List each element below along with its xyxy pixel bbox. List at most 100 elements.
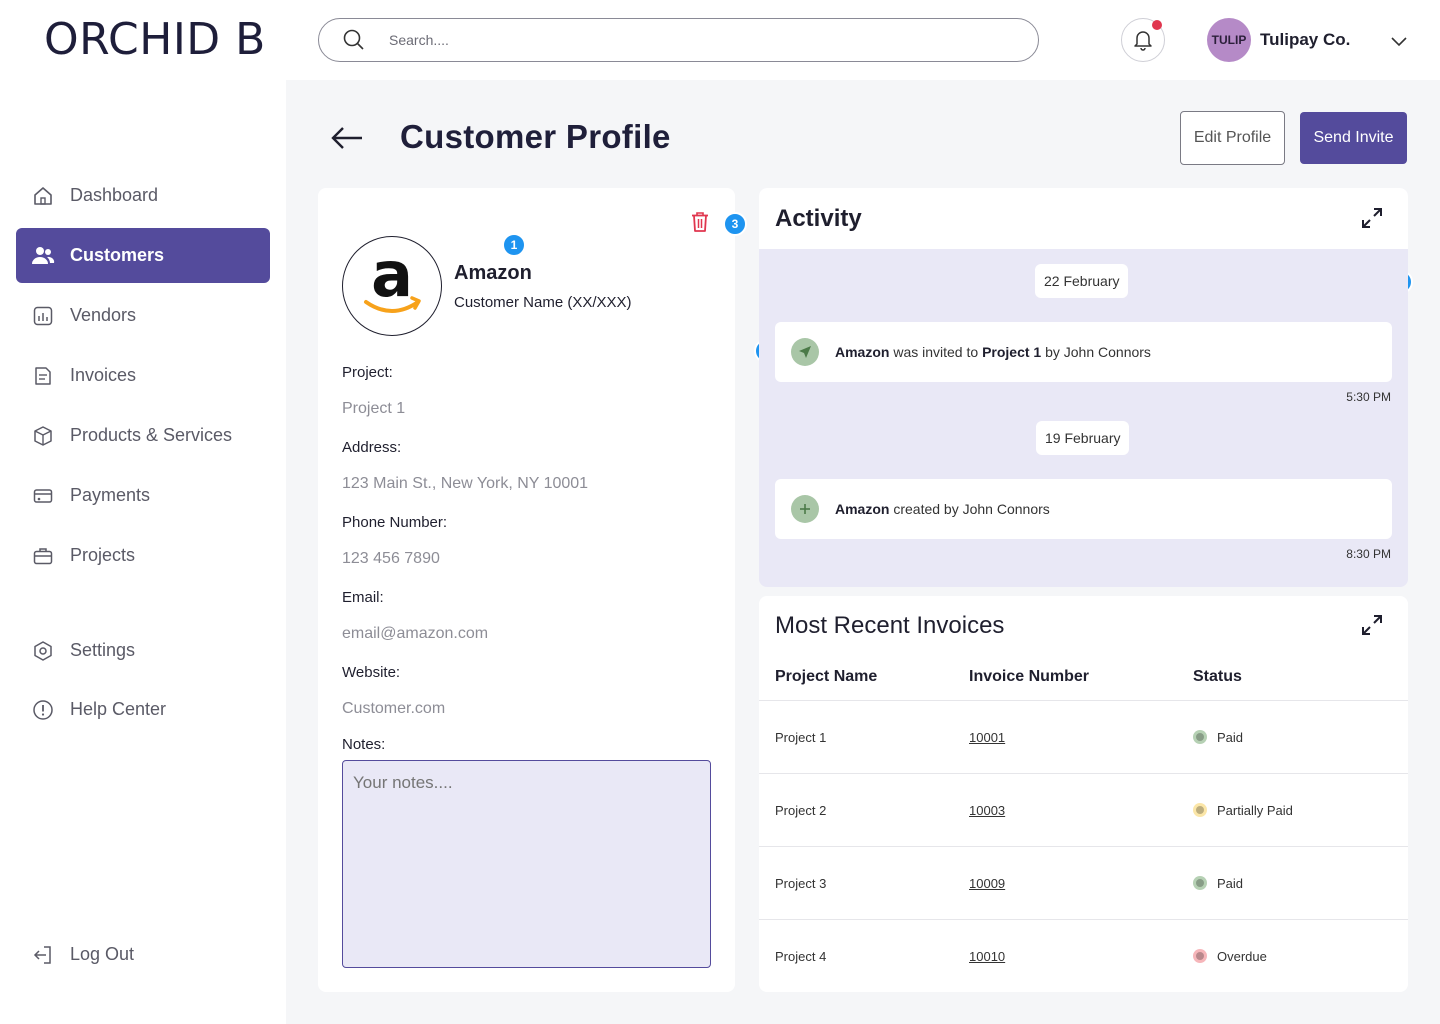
column-header-status[interactable]: Status [1193,668,1242,686]
activity-time: 8:30 PM [1346,547,1391,561]
column-header-invoice-number[interactable]: Invoice Number [969,668,1089,686]
box-icon [31,424,55,448]
search-icon [343,29,365,51]
project-cell: Project 4 [775,949,827,964]
invoice-number-link[interactable]: 10003 [969,803,1005,818]
project-cell: Project 2 [775,803,827,818]
sidebar-item-payments[interactable]: Payments [16,468,270,523]
table-row[interactable] [759,700,1408,772]
users-icon [31,244,55,268]
logout-icon [31,943,55,967]
email-value[interactable]: email@amazon.com [342,625,488,643]
svg-text:a: a [371,246,413,311]
invoice-number-link[interactable]: 10001 [969,730,1005,745]
sidebar-item-label: Invoices [70,365,137,385]
expand-icon[interactable] [1360,206,1384,230]
activity-text: Amazon created by John Connors [835,501,1050,517]
status-overdue-icon [1193,949,1207,963]
chart-icon [31,304,55,328]
sidebar-item-label: Customers [70,245,165,265]
phone-label: Phone Number: [342,514,448,531]
activity-item[interactable]: Amazon was invited to Project 1 by John … [775,322,1392,382]
annotation-badge: 1 [502,233,526,257]
customer-subtitle: Customer Name (XX/XXX) [454,294,632,311]
sidebar-item-dashboard[interactable]: Dashboard [16,168,270,223]
date-pill: 19 February [1036,421,1130,455]
project-value: Project 1 [342,400,406,417]
sidebar-item-customers[interactable]: Customers [16,228,270,283]
notifications-button[interactable] [1121,18,1165,62]
invoice-number-link[interactable]: 10010 [969,949,1005,964]
logout-button[interactable]: Log Out [16,927,270,982]
info-icon [31,698,55,722]
sidebar-item-label: Products & Services [70,425,233,445]
date-pill: 22 February [1035,264,1129,298]
table-row[interactable] [759,773,1408,845]
activity-text: Amazon was invited to Project 1 by John … [835,344,1151,360]
sidebar-item-invoices[interactable]: Invoices [16,348,270,403]
customer-name: Amazon [454,262,532,284]
bell-icon [1134,31,1152,51]
sidebar-item-products-services[interactable]: Products & Services [16,408,270,463]
status-cell: Paid [1217,730,1244,745]
send-invite-button[interactable]: Send Invite [1300,112,1407,164]
activity-title: Activity [775,205,862,232]
invoice-number-link[interactable]: 10009 [969,876,1005,891]
search-input[interactable] [389,32,949,48]
home-icon [31,184,55,208]
page-title: Customer Profile [400,118,671,155]
column-header-project[interactable]: Project Name [775,668,877,686]
status-paid-icon [1193,730,1207,744]
company-logo: a [342,236,442,336]
sidebar-item-help-center[interactable]: Help Center [16,682,270,737]
sidebar-item-label: Settings [70,640,136,660]
address-label: Address: [342,439,402,456]
sidebar-item-label: Projects [70,545,136,565]
sidebar-item-label: Payments [70,485,151,505]
project-cell: Project 1 [775,730,827,745]
company-name[interactable]: Tulipay Co. [1260,30,1350,50]
phone-value: 123 456 7890 [342,550,440,567]
table-row[interactable] [759,919,1408,991]
settings-icon [31,639,55,663]
table-row[interactable] [759,846,1408,918]
address-value: 123 Main St., New York, NY 10001 [342,475,589,492]
status-paid-icon [1193,876,1207,890]
trash-icon[interactable] [690,211,710,233]
sidebar-item-settings[interactable]: Settings [16,623,270,678]
activity-item[interactable]: Amazon created by John Connors [775,479,1392,539]
email-label: Email: [342,589,384,606]
briefcase-icon [31,544,55,568]
expand-icon[interactable] [1360,613,1384,637]
sidebar-item-vendors[interactable]: Vendors [16,288,270,343]
status-cell: Paid [1217,876,1244,891]
sidebar-item-label: Help Center [70,699,167,719]
notification-dot [1152,20,1162,30]
activity-time: 5:30 PM [1346,390,1391,404]
document-icon [31,364,55,388]
website-label: Website: [342,664,401,681]
project-cell: Project 3 [775,876,827,891]
sidebar-item-label: Vendors [70,305,137,325]
card-icon [31,484,55,508]
annotation-badge: 3 [723,212,747,236]
user-avatar[interactable]: TULIP [1207,18,1251,62]
status-cell: Overdue [1217,949,1267,964]
search-bar[interactable] [318,18,1039,62]
website-value[interactable]: Customer.com [342,700,445,718]
status-partially-paid-icon [1193,803,1207,817]
project-label: Project: [342,364,393,381]
status-cell: Partially Paid [1217,803,1293,818]
back-arrow-icon[interactable] [330,124,364,152]
sidebar-item-label: Dashboard [70,185,159,205]
sidebar-item-projects[interactable]: Projects [16,528,270,583]
notes-textarea[interactable] [342,760,711,968]
plus-icon [791,495,819,523]
logout-label: Log Out [70,944,135,964]
send-icon [791,338,819,366]
edit-profile-button[interactable]: Edit Profile [1180,111,1285,165]
invoices-title: Most Recent Invoices [775,612,1005,639]
app-logo[interactable]: ORCHID B [44,14,266,65]
chevron-down-icon[interactable] [1388,30,1410,52]
notes-label: Notes: [342,736,386,753]
